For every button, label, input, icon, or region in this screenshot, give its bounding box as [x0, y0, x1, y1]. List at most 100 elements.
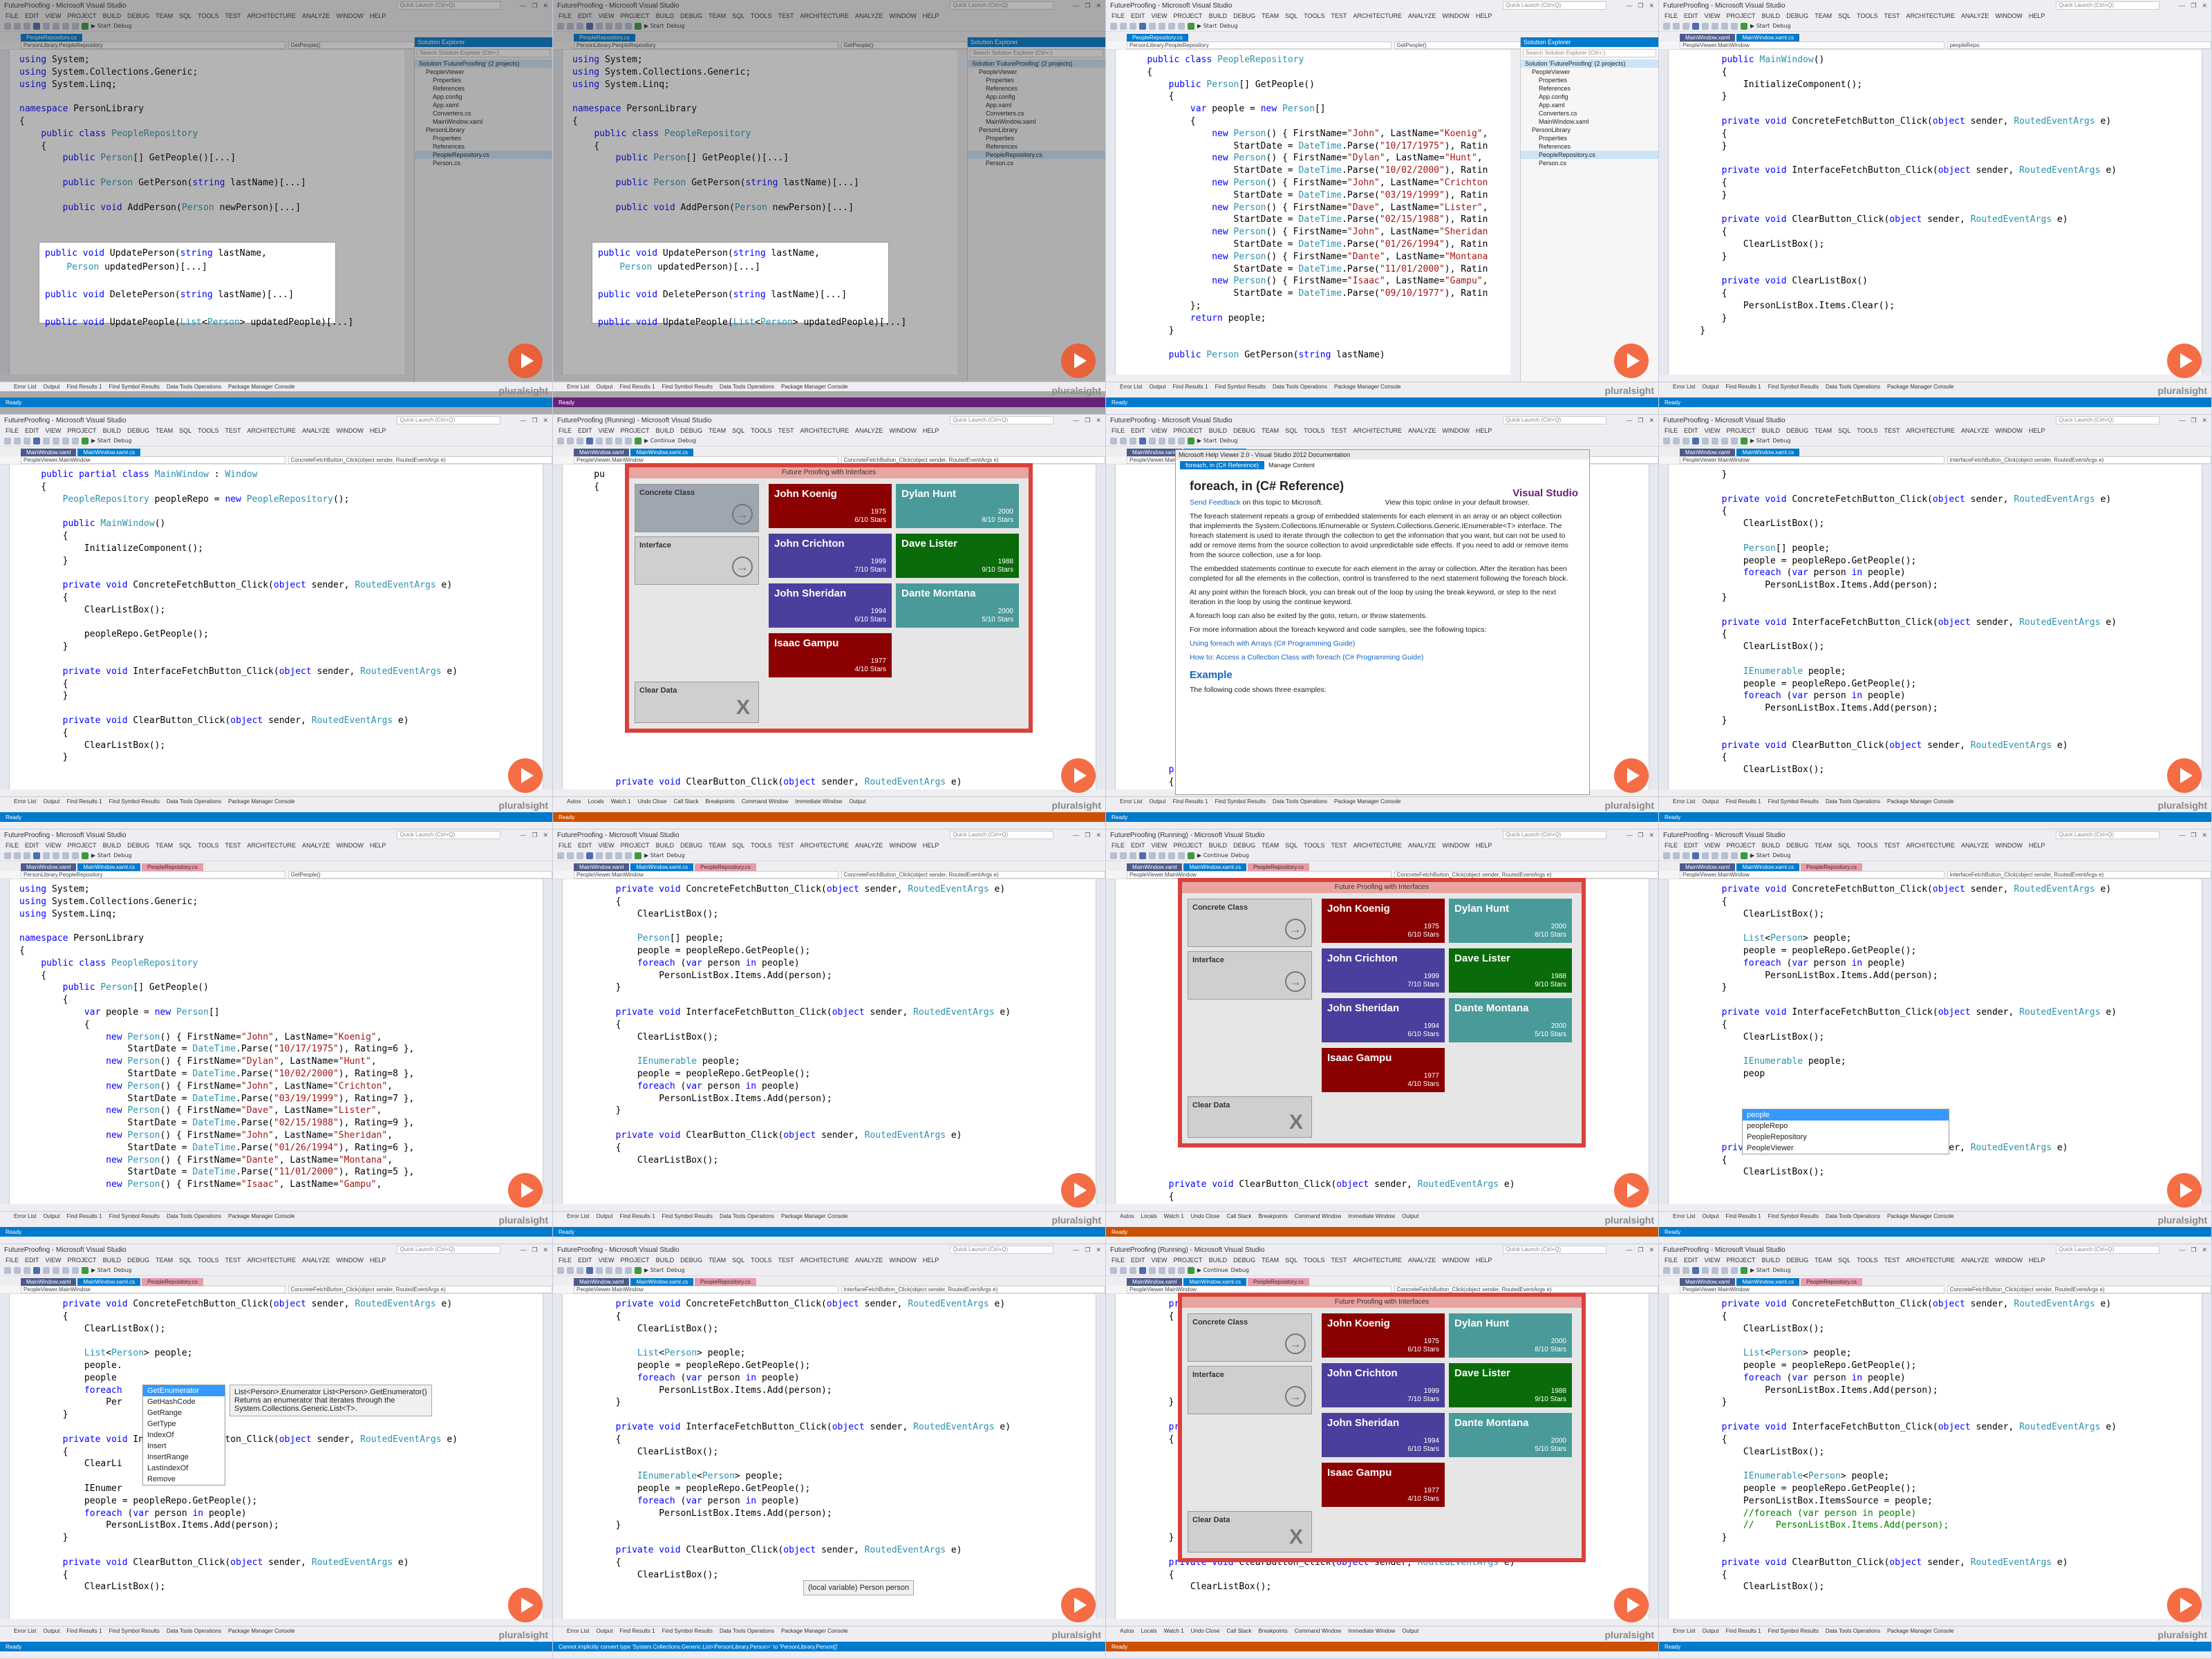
menu-file[interactable]: FILE: [1112, 427, 1125, 434]
toolbar-icon[interactable]: [43, 852, 50, 859]
menu-view[interactable]: VIEW: [1152, 842, 1168, 849]
menu-file[interactable]: FILE: [1112, 12, 1125, 19]
menu-window[interactable]: WINDOW: [1995, 842, 2023, 849]
toolbar-icon[interactable]: [1110, 852, 1117, 859]
menu-window[interactable]: WINDOW: [889, 1257, 917, 1264]
menu-tools[interactable]: TOOLS: [1304, 427, 1324, 434]
left-tool-strip[interactable]: [1106, 879, 1116, 1204]
bottom-tab[interactable]: Data Tools Operations: [1826, 1213, 1880, 1219]
maximize-button[interactable]: ❐: [1638, 1246, 1643, 1254]
bottom-tab[interactable]: Package Manager Console: [1334, 798, 1401, 805]
person-card[interactable]: John Sheridan 1994 6/10 Stars: [769, 583, 892, 628]
play-button[interactable]: [1061, 758, 1096, 793]
play-button[interactable]: [1614, 1588, 1649, 1622]
menu-project[interactable]: PROJECT: [621, 1257, 650, 1264]
close-button[interactable]: ✕: [1096, 1246, 1101, 1254]
config-dropdown[interactable]: Debug: [1772, 438, 1790, 444]
bottom-tab[interactable]: Find Symbol Results: [1768, 1628, 1819, 1634]
left-tool-strip[interactable]: [553, 879, 563, 1204]
bottom-tab[interactable]: Package Manager Console: [781, 384, 848, 390]
menu-edit[interactable]: EDIT: [1684, 12, 1698, 19]
quick-launch-input[interactable]: Quick Launch (Ctrl+Q): [950, 831, 1054, 839]
menu-build[interactable]: BUILD: [1762, 427, 1781, 434]
person-card[interactable]: John Crichton 1999 7/10 Stars: [1322, 948, 1445, 993]
menu-edit[interactable]: EDIT: [1684, 427, 1698, 434]
toolbar-icon[interactable]: [596, 852, 603, 859]
toolbar-icon[interactable]: [14, 437, 21, 444]
toolbar-icon[interactable]: [1159, 22, 1165, 30]
menu-debug[interactable]: DEBUG: [1786, 1257, 1808, 1264]
manage-content-tab[interactable]: Manage Content: [1268, 462, 1315, 469]
toolbar-icon[interactable]: [1683, 22, 1689, 30]
menu-build[interactable]: BUILD: [1762, 1257, 1781, 1264]
person-card[interactable]: Dante Montana 2000 5/10 Stars: [896, 583, 1019, 628]
bottom-tab[interactable]: Find Symbol Results: [662, 384, 713, 390]
menu-architecture[interactable]: ARCHITECTURE: [247, 1257, 297, 1264]
toolbar-icon[interactable]: [567, 1266, 574, 1274]
menu-project[interactable]: PROJECT: [1727, 1257, 1756, 1264]
start-button[interactable]: ▶ Start: [1750, 1267, 1770, 1273]
play-button[interactable]: [508, 344, 543, 378]
bottom-tab[interactable]: Output: [43, 1213, 59, 1219]
tab-mainwindow-xaml-cs[interactable]: MainWindow.xaml.cs: [630, 1278, 694, 1286]
menu-tools[interactable]: TOOLS: [1857, 842, 1877, 849]
config-dropdown[interactable]: Debug: [678, 438, 696, 444]
solution-node[interactable]: PeopleViewer: [1521, 68, 1658, 76]
toolbar-icon[interactable]: [4, 852, 11, 859]
type-dropdown[interactable]: PersonLibrary.PeopleRepository: [21, 871, 285, 879]
quick-launch-input[interactable]: Quick Launch (Ctrl+Q): [950, 416, 1054, 424]
bottom-tab[interactable]: Breakpoints: [705, 798, 734, 805]
menu-build[interactable]: BUILD: [656, 1257, 675, 1264]
play-button[interactable]: [508, 1588, 543, 1622]
toolbar-icon[interactable]: [1712, 852, 1718, 859]
bottom-tab[interactable]: Data Tools Operations: [167, 798, 221, 805]
menu-build[interactable]: BUILD: [1209, 842, 1228, 849]
menu-project[interactable]: PROJECT: [1174, 842, 1203, 849]
right-tool-strip[interactable]: [2202, 1294, 2211, 1619]
maximize-button[interactable]: ❐: [2191, 417, 2196, 424]
close-button[interactable]: ✕: [1096, 417, 1101, 424]
right-tool-strip[interactable]: [543, 1294, 552, 1619]
menu-debug[interactable]: DEBUG: [1786, 427, 1808, 434]
menu-help[interactable]: HELP: [923, 427, 939, 434]
menu-architecture[interactable]: ARCHITECTURE: [1353, 842, 1403, 849]
bottom-tab[interactable]: Output: [43, 798, 59, 805]
bottom-tab[interactable]: Output: [43, 1628, 59, 1634]
maximize-button[interactable]: ❐: [2191, 2, 2196, 10]
tab-mainwindow-xaml[interactable]: MainWindow.xaml: [1680, 449, 1736, 456]
tab-mainwindow-xaml[interactable]: MainWindow.xaml: [1680, 863, 1736, 871]
toolbar-icon[interactable]: [557, 437, 564, 444]
menu-edit[interactable]: EDIT: [1131, 842, 1145, 849]
menu-window[interactable]: WINDOW: [1995, 1257, 2023, 1264]
close-button[interactable]: ✕: [2202, 832, 2207, 839]
menu-debug[interactable]: DEBUG: [1786, 12, 1808, 19]
menu-file[interactable]: FILE: [1112, 842, 1125, 849]
toolbar-icon[interactable]: [1663, 852, 1670, 859]
menu-debug[interactable]: DEBUG: [127, 842, 149, 849]
bottom-tab[interactable]: Find Symbol Results: [1768, 384, 1819, 390]
toolbar-icon[interactable]: [1663, 22, 1670, 30]
tab-mainwindow-xaml-cs[interactable]: MainWindow.xaml.cs: [1736, 1278, 1800, 1286]
toolbar-icon[interactable]: [1702, 437, 1709, 444]
maximize-button[interactable]: ❐: [1638, 2, 1643, 10]
maximize-button[interactable]: ❐: [1638, 417, 1643, 424]
person-card[interactable]: John Crichton 1999 7/10 Stars: [769, 534, 892, 578]
type-dropdown[interactable]: PeopleViewer.MainWindow: [1680, 456, 1944, 464]
member-dropdown[interactable]: ConcreteFetchButton_Click(object sender,…: [841, 871, 1105, 879]
bottom-tab[interactable]: Watch 1: [1164, 1628, 1184, 1634]
bottom-tab[interactable]: Output: [1149, 384, 1165, 390]
bottom-tab[interactable]: Error List: [567, 1213, 589, 1219]
menu-window[interactable]: WINDOW: [336, 427, 364, 434]
menu-window[interactable]: WINDOW: [889, 842, 917, 849]
bottom-tab[interactable]: Command Window: [1295, 1628, 1342, 1634]
menu-file[interactable]: FILE: [6, 1257, 19, 1264]
bottom-tab[interactable]: Find Symbol Results: [662, 1628, 713, 1634]
menu-test[interactable]: TEST: [1331, 1257, 1347, 1264]
bottom-tab[interactable]: Output: [1702, 1628, 1718, 1634]
toolbar-icon[interactable]: [1149, 1266, 1156, 1274]
help-link[interactable]: How to: Access a Collection Class with f…: [1190, 653, 1423, 662]
bottom-tab[interactable]: Find Results 1: [1172, 384, 1208, 390]
bottom-tab[interactable]: Find Results 1: [66, 1213, 102, 1219]
menu-sql[interactable]: SQL: [179, 1257, 191, 1264]
menu-help[interactable]: HELP: [923, 1257, 939, 1264]
